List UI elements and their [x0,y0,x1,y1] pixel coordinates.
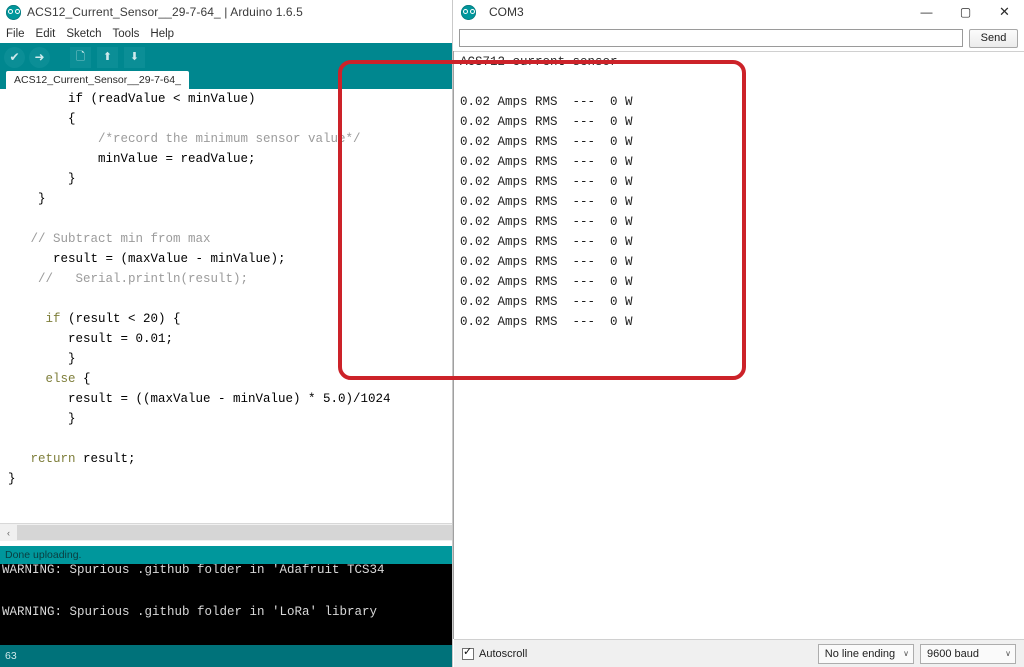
serial-send-row: Send [453,25,1024,51]
serial-output-line: 0.02 Amps RMS --- 0 W [460,255,633,269]
upload-button[interactable]: ➜ [29,46,50,68]
autoscroll-toggle[interactable]: Autoscroll [462,646,528,660]
line-ending-select[interactable]: No line ending ∨ [817,643,914,664]
arduino-logo-icon [461,4,476,20]
screen-root: ACS12_Current_Sensor__29-7-64_ | Arduino… [0,0,1024,667]
scroll-left-icon[interactable]: ‹ [0,524,17,541]
status-text: Done uploading. [5,549,82,561]
serial-monitor-window: COM3 — ▢ ✕ Send ACS712 current sensor 0.… [452,0,1024,667]
serial-output-line: 0.02 Amps RMS --- 0 W [460,275,633,289]
serial-output-line: 0.02 Amps RMS --- 0 W [460,135,633,149]
arrow-down-icon: ⬇ [129,50,140,63]
code-line: } [8,352,76,366]
code-line: if (readValue < minValue) [8,92,256,106]
chevron-down-icon: ∨ [1005,649,1011,658]
serial-window-title: COM3 [489,5,524,19]
code-editor[interactable]: if (readValue < minValue) { /*record the… [0,89,452,523]
ide-window-title: ACS12_Current_Sensor__29-7-64_ | Arduino… [27,5,303,19]
serial-output-line: 0.02 Amps RMS --- 0 W [460,155,633,169]
menu-item-help[interactable]: Help [150,28,180,40]
open-button[interactable]: ⬆ [97,46,118,68]
verify-button[interactable]: ✔ [4,46,25,68]
line-number-value: 63 [5,650,17,662]
arrow-right-icon: ➜ [34,50,45,64]
code-line: } [8,172,76,186]
serial-output-line: 0.02 Amps RMS --- 0 W [460,295,633,309]
serial-output-line: 0.02 Amps RMS --- 0 W [460,195,633,209]
ide-tabstrip: ACS12_Current_Sensor__29-7-64_ [0,71,452,89]
console-line: WARNING: Spurious .github folder in 'LoR… [2,605,378,619]
arrow-up-icon: ⬆ [102,50,113,63]
ide-toolbar: ✔ ➜ 🗋 ⬆ ⬇ [0,43,452,71]
serial-output-line: 0.02 Amps RMS --- 0 W [460,175,633,189]
menu-item-file[interactable]: File [6,28,31,40]
code-line: minValue = readValue; [8,152,256,166]
code-line: if (result < 20) { [45,312,181,326]
serial-selects: No line ending ∨ 9600 baud ∨ [817,643,1016,664]
ide-titlebar: ACS12_Current_Sensor__29-7-64_ | Arduino… [0,0,452,24]
baud-rate-select[interactable]: 9600 baud ∨ [920,643,1016,664]
code-line: result = 0.01; [8,332,174,346]
baud-rate-value: 9600 baud [927,647,979,660]
serial-output-line: 0.02 Amps RMS --- 0 W [460,235,633,249]
scroll-track[interactable] [17,525,452,540]
serial-output-text: ACS712 current sensor 0.02 Amps RMS --- … [454,52,1024,332]
serial-bottom-bar: Autoscroll No line ending ∨ 9600 baud ∨ [454,639,1024,667]
serial-send-input[interactable] [459,29,963,47]
arduino-logo-icon [6,4,21,20]
arduino-ide-window: ACS12_Current_Sensor__29-7-64_ | Arduino… [0,0,452,667]
serial-output-line: 0.02 Amps RMS --- 0 W [460,95,633,109]
tab-sketch-active[interactable]: ACS12_Current_Sensor__29-7-64_ [6,71,189,89]
ide-console-output: WARNING: Spurious .github folder in 'Ada… [0,564,452,645]
autoscroll-label: Autoscroll [479,647,528,660]
minimize-button[interactable]: — [907,0,946,24]
ide-menubar: File Edit Sketch Tools Help [0,24,452,43]
send-button[interactable]: Send [969,28,1018,48]
menu-item-tools[interactable]: Tools [113,28,146,40]
code-line: return result; [30,452,136,466]
autoscroll-checkbox[interactable] [462,646,474,660]
line-ending-value: No line ending [824,647,896,660]
code-line: // Subtract min from max [30,232,211,246]
code-line: } [8,472,16,486]
code-line: else { [45,372,91,386]
code-line: result = ((maxValue - minValue) * 5.0)/1… [8,392,391,406]
save-button[interactable]: ⬇ [124,46,145,68]
serial-output-blank-line [460,72,1024,92]
chevron-down-icon: ∨ [903,649,909,658]
ide-status-bar: Done uploading. [0,546,452,564]
serial-output-area[interactable]: ACS712 current sensor 0.02 Amps RMS --- … [454,51,1024,639]
serial-output-line: 0.02 Amps RMS --- 0 W [460,315,633,329]
serial-output-line: 0.02 Amps RMS --- 0 W [460,215,633,229]
new-button[interactable]: 🗋 [70,46,91,68]
menu-item-edit[interactable]: Edit [36,28,62,40]
check-icon: ✔ [9,50,20,64]
serial-output-header: ACS712 current sensor [460,55,618,69]
new-file-icon: 🗋 [76,50,85,63]
code-line: /*record the minimum sensor value*/ [98,132,361,146]
menu-item-sketch[interactable]: Sketch [66,28,107,40]
console-line: WARNING: Spurious .github folder in 'Ada… [2,564,385,577]
code-line: { [8,112,76,126]
maximize-button[interactable]: ▢ [946,0,985,24]
code-line: result = (maxValue - minValue); [8,252,286,266]
close-button[interactable]: ✕ [985,0,1024,24]
code-line: // Serial.println(result); [38,272,249,286]
code-line: } [8,192,46,206]
code-line: } [8,412,76,426]
serial-output-line: 0.02 Amps RMS --- 0 W [460,115,633,129]
editor-horizontal-scrollbar[interactable]: ‹ [0,523,452,541]
serial-titlebar: COM3 — ▢ ✕ [453,0,1024,25]
window-controls: — ▢ ✕ [907,0,1024,24]
ide-line-number-bar: 63 [0,645,452,667]
